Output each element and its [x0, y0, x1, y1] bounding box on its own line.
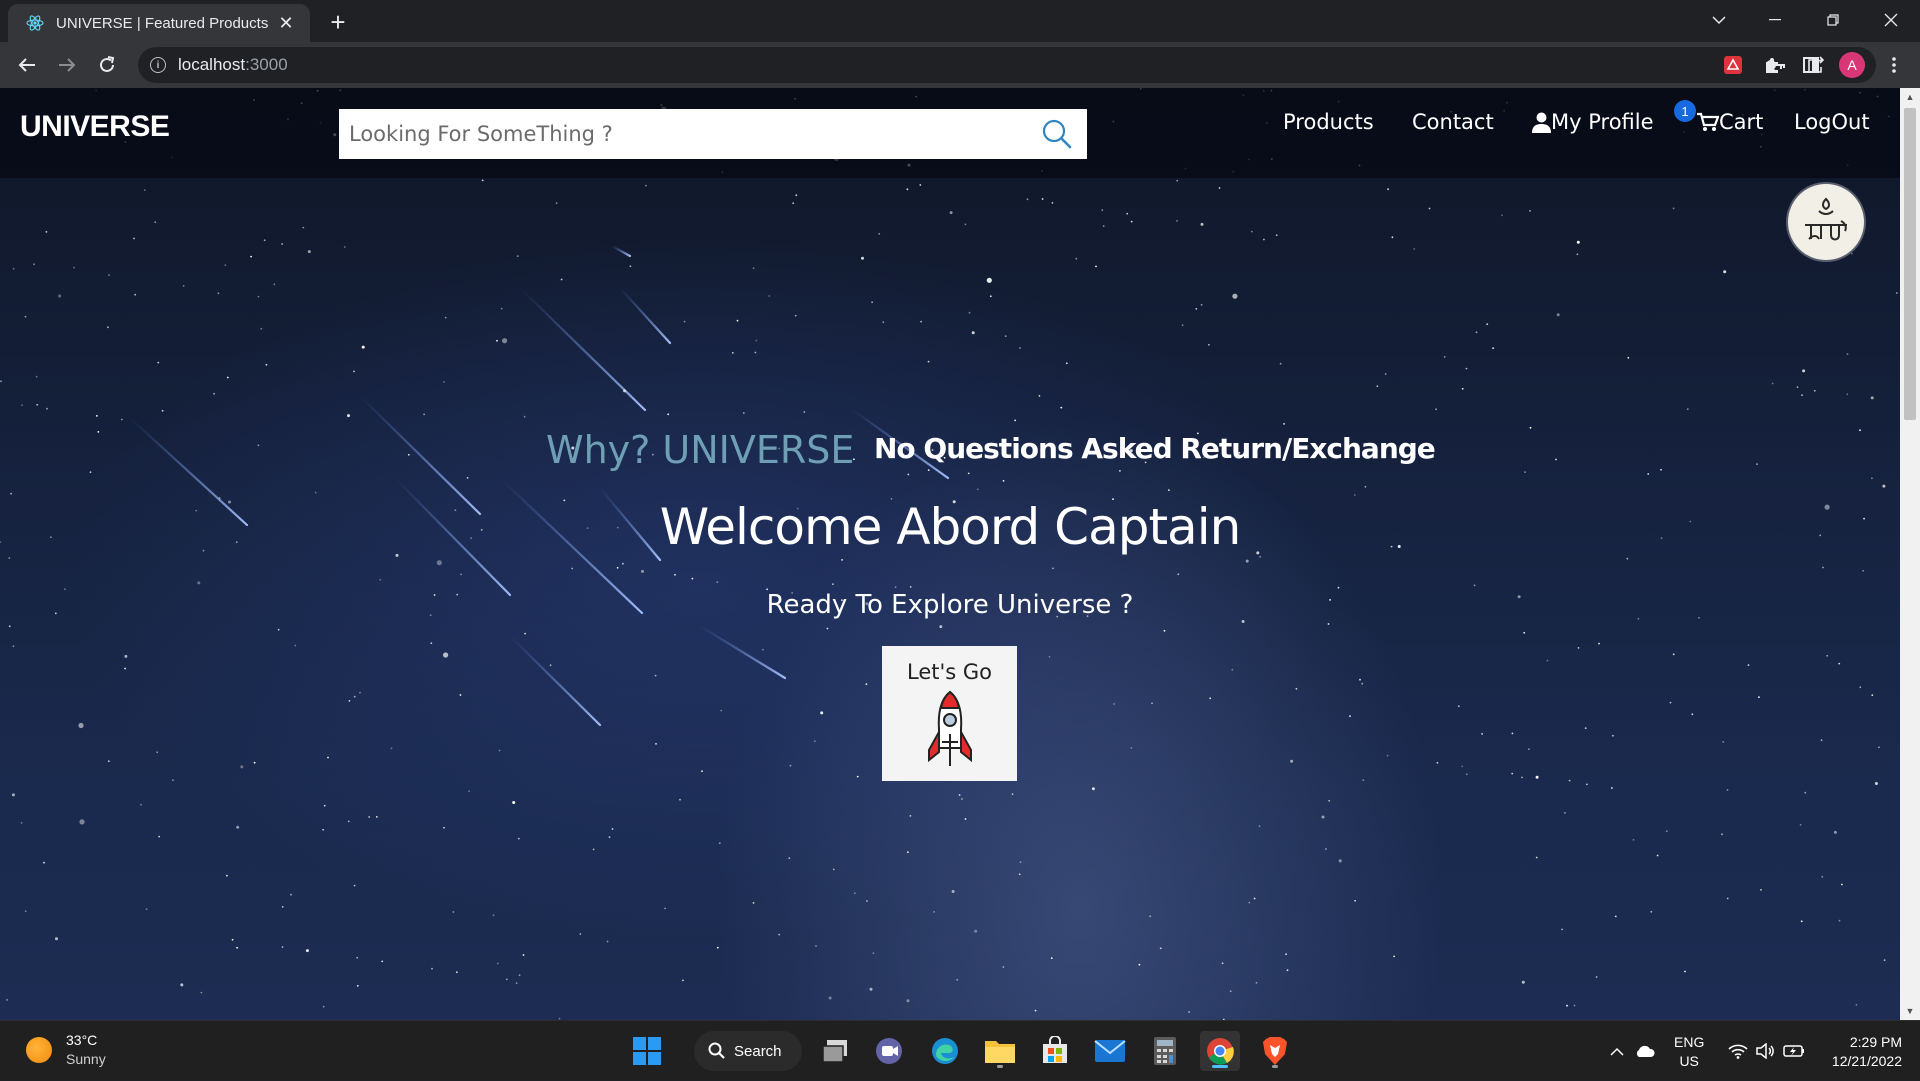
weather-temp: 33°C [66, 1032, 98, 1048]
ready-subheading: Ready To Explore Universe ? [766, 590, 1134, 620]
weather-widget[interactable]: 33°C Sunny [26, 1031, 106, 1069]
lets-go-label: Let's Go [907, 660, 992, 684]
taskbar-clock[interactable]: 2:29 PM 12/21/2022 [1832, 1033, 1902, 1071]
scrollbar-thumb[interactable] [1904, 108, 1916, 420]
lets-go-button[interactable]: Let's Go [882, 646, 1017, 781]
hero-tagline: No Questions Asked Return/Exchange [874, 432, 1436, 465]
new-tab-button[interactable]: + [324, 7, 352, 37]
tab-close-icon[interactable]: ✕ [276, 13, 296, 34]
task-view-icon[interactable] [815, 1031, 855, 1071]
browser-toolbar: i localhost:3000 A [0, 42, 1920, 88]
rocket-icon [927, 690, 972, 766]
react-icon [26, 14, 44, 32]
region-code: US [1679, 1053, 1699, 1069]
address-bar[interactable]: i localhost:3000 [138, 47, 1876, 83]
calculator-icon[interactable] [1145, 1031, 1185, 1071]
page-viewport: ▲ ▼ UNIVERSE Products Contact My Profile… [0, 88, 1920, 1020]
taskbar-search-label: Search [734, 1042, 782, 1060]
sun-icon [26, 1037, 52, 1063]
teams-icon[interactable] [869, 1031, 909, 1071]
nav-logout-link[interactable]: LogOut [1794, 110, 1870, 134]
nav-contact-link[interactable]: Contact [1412, 110, 1494, 134]
search-input[interactable] [349, 122, 1027, 146]
back-button[interactable] [13, 51, 41, 79]
profile-avatar[interactable]: A [1838, 51, 1866, 79]
language-indicator[interactable]: ENG US [1674, 1033, 1704, 1071]
chrome-icon[interactable] [1200, 1031, 1240, 1071]
start-icon[interactable] [627, 1031, 667, 1071]
clock-time: 2:29 PM [1849, 1034, 1902, 1050]
brave-icon[interactable] [1255, 1031, 1295, 1071]
store-icon[interactable] [1035, 1031, 1075, 1071]
nav-cart-label: Cart [1719, 110, 1764, 134]
welcome-heading: Welcome Abord Captain [659, 498, 1242, 556]
side-panel-icon[interactable] [1797, 51, 1825, 79]
extension-icon[interactable] [1719, 51, 1747, 79]
site-logo[interactable]: UNIVERSE [20, 110, 170, 144]
why-universe-heading: Why? UNIVERSE [546, 428, 855, 472]
chrome-menu-icon[interactable] [1880, 51, 1908, 79]
user-avatar[interactable] [1788, 184, 1864, 260]
user-icon [1532, 112, 1551, 133]
scroll-up-arrow-icon[interactable]: ▲ [1900, 88, 1920, 106]
minimize-button[interactable] [1748, 0, 1802, 40]
show-hidden-icons-chevron-icon[interactable] [1606, 1047, 1628, 1056]
weather-condition: Sunny [66, 1051, 106, 1067]
page-scrollbar[interactable]: ▲ ▼ [1900, 88, 1920, 1020]
nav-profile-link[interactable]: My Profile [1532, 110, 1654, 134]
onedrive-icon[interactable] [1628, 1044, 1662, 1058]
close-window-button[interactable] [1864, 0, 1918, 40]
tab-search-icon[interactable] [1692, 0, 1746, 40]
taskbar-search-button[interactable]: Search [694, 1031, 802, 1071]
scroll-down-arrow-icon[interactable]: ▼ [1900, 1002, 1920, 1020]
clock-date: 12/21/2022 [1831, 1053, 1902, 1069]
site-info-icon[interactable]: i [150, 57, 166, 73]
browser-tab-active[interactable]: UNIVERSE | Featured Products ✕ [8, 4, 310, 42]
system-tray [1606, 1021, 1662, 1081]
mail-icon[interactable] [1090, 1031, 1130, 1071]
cart-icon [1697, 112, 1719, 131]
volume-icon [1752, 1043, 1780, 1059]
wifi-icon [1724, 1043, 1752, 1059]
search-icon [708, 1042, 725, 1059]
windows-taskbar: 33°C Sunny Search ENG US 2:29 PM 12/21/2… [0, 1020, 1920, 1080]
forward-button[interactable] [53, 51, 81, 79]
extensions-puzzle-icon[interactable] [1758, 51, 1786, 79]
restore-button[interactable] [1806, 0, 1860, 40]
file-explorer-icon[interactable] [980, 1031, 1020, 1071]
nav-products-link[interactable]: Products [1283, 110, 1374, 134]
battery-icon [1780, 1044, 1808, 1058]
reload-button[interactable] [93, 51, 121, 79]
search-icon[interactable] [1027, 119, 1087, 149]
nav-profile-label: My Profile [1551, 110, 1654, 134]
edge-icon[interactable] [925, 1031, 965, 1071]
site-navbar: UNIVERSE Products Contact My Profile 1 C… [0, 88, 1900, 178]
url-text: localhost:3000 [178, 55, 288, 74]
tab-title: UNIVERSE | Featured Products [56, 14, 269, 32]
quick-settings[interactable] [1724, 1021, 1808, 1081]
cart-count-badge: 1 [1674, 100, 1696, 122]
browser-tabstrip: UNIVERSE | Featured Products ✕ + [0, 0, 1920, 42]
nav-cart-link[interactable]: Cart [1697, 110, 1763, 134]
language-code: ENG [1674, 1034, 1705, 1050]
search-bar [339, 109, 1087, 159]
